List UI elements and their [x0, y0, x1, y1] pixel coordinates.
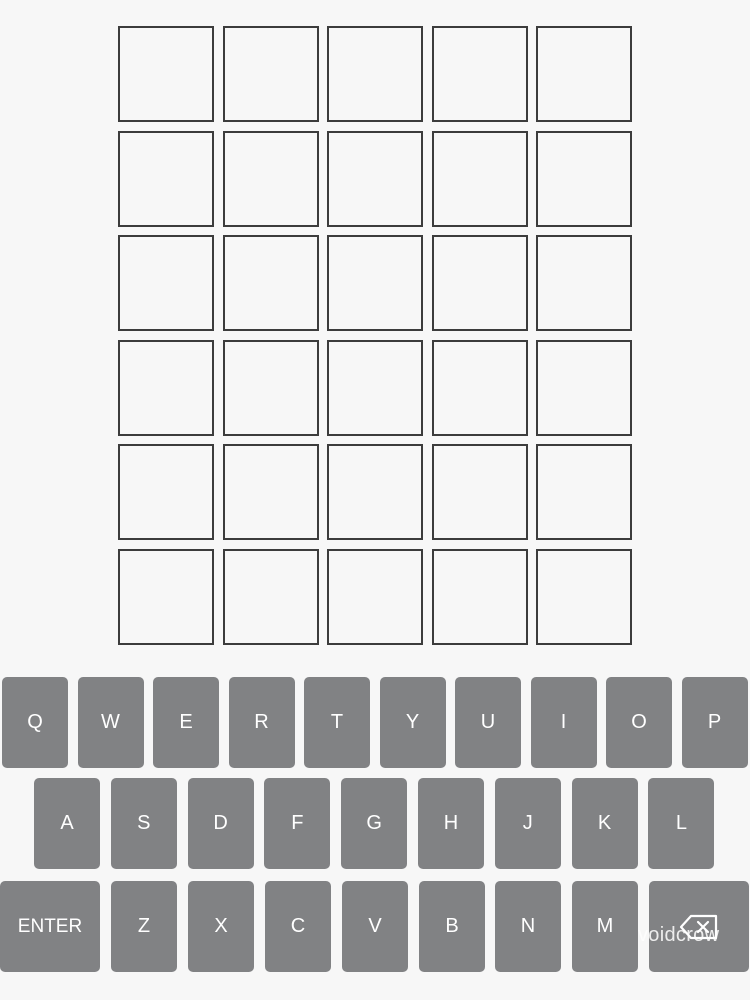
key-label: N	[520, 915, 536, 937]
board-tile	[536, 235, 632, 331]
key-m[interactable]: M	[572, 881, 638, 972]
board-tile	[327, 235, 423, 331]
key-a[interactable]: A	[34, 778, 100, 869]
key-label: X	[214, 915, 228, 937]
key-label: R	[254, 711, 269, 733]
key-n[interactable]: N	[495, 881, 561, 972]
key-label: A	[60, 812, 74, 834]
key-z[interactable]: Z	[111, 881, 177, 972]
key-e[interactable]: E	[153, 677, 219, 768]
key-t[interactable]: T	[304, 677, 370, 768]
board-tile	[118, 130, 214, 227]
key-label: Z	[137, 915, 151, 937]
key-label: T	[330, 711, 344, 733]
board-tile	[118, 235, 214, 331]
key-label: J	[522, 812, 533, 834]
key-label: U	[480, 711, 496, 733]
key-label: W	[101, 711, 120, 733]
watermark-text: voidcrow	[638, 924, 720, 946]
board-tile	[118, 26, 214, 122]
enter-key[interactable]: ENTER	[0, 881, 100, 972]
key-label: F	[291, 812, 304, 834]
board-tile	[327, 130, 423, 227]
board-tile	[431, 444, 528, 540]
key-label: D	[213, 812, 228, 834]
board-tile	[431, 235, 528, 331]
key-q[interactable]: Q	[2, 677, 68, 768]
board-tile	[222, 444, 319, 540]
key-label: L	[675, 812, 687, 834]
key-j[interactable]: J	[494, 778, 561, 869]
key-g[interactable]: G	[341, 778, 408, 869]
board-tile	[222, 339, 319, 436]
board-tile	[431, 339, 528, 436]
board-tile	[118, 339, 214, 436]
board-tile	[536, 26, 632, 122]
key-label: E	[179, 711, 193, 733]
board-tile	[118, 444, 214, 540]
key-label: S	[137, 812, 151, 834]
board-tile	[431, 130, 528, 227]
key-label: K	[597, 812, 612, 834]
key-label: M	[596, 915, 614, 937]
key-label: O	[631, 711, 647, 733]
key-i[interactable]: I	[530, 677, 597, 768]
key-w[interactable]: W	[77, 677, 144, 768]
key-r[interactable]: R	[228, 677, 295, 768]
key-label: I	[560, 711, 567, 733]
board-tile	[431, 26, 528, 122]
key-p[interactable]: P	[681, 677, 748, 768]
board-tile	[431, 548, 528, 645]
board-tile	[222, 235, 319, 331]
key-d[interactable]: D	[187, 778, 254, 869]
key-y[interactable]: Y	[379, 677, 446, 768]
key-label: V	[368, 915, 382, 937]
key-label: H	[443, 812, 459, 834]
key-label: ENTER	[17, 915, 83, 937]
key-x[interactable]: X	[188, 881, 254, 972]
board-tile	[222, 130, 319, 227]
key-label: P	[707, 711, 722, 733]
key-f[interactable]: F	[264, 778, 331, 869]
board-tile	[327, 339, 423, 436]
board-tile	[118, 548, 214, 645]
board-tile	[222, 548, 319, 645]
key-s[interactable]: S	[110, 778, 177, 869]
key-label: Q	[27, 711, 43, 733]
key-h[interactable]: H	[418, 778, 484, 869]
key-b[interactable]: B	[419, 881, 485, 972]
board-tile	[536, 339, 632, 436]
key-v[interactable]: V	[342, 881, 408, 972]
board-tile	[536, 444, 632, 540]
board-tile	[327, 26, 423, 122]
board-tile	[327, 444, 423, 540]
key-label: Y	[405, 711, 420, 733]
key-u[interactable]: U	[455, 677, 521, 768]
key-label: G	[366, 812, 382, 834]
key-label: C	[290, 915, 306, 937]
board-tile	[327, 548, 423, 645]
game-board	[118, 26, 632, 645]
board-tile	[536, 130, 632, 227]
key-c[interactable]: C	[265, 881, 331, 972]
board-tile	[536, 548, 632, 645]
key-o[interactable]: O	[606, 677, 672, 768]
key-k[interactable]: K	[571, 778, 638, 869]
key-label: B	[445, 915, 459, 937]
key-l[interactable]: L	[648, 778, 715, 869]
board-tile	[222, 26, 319, 122]
